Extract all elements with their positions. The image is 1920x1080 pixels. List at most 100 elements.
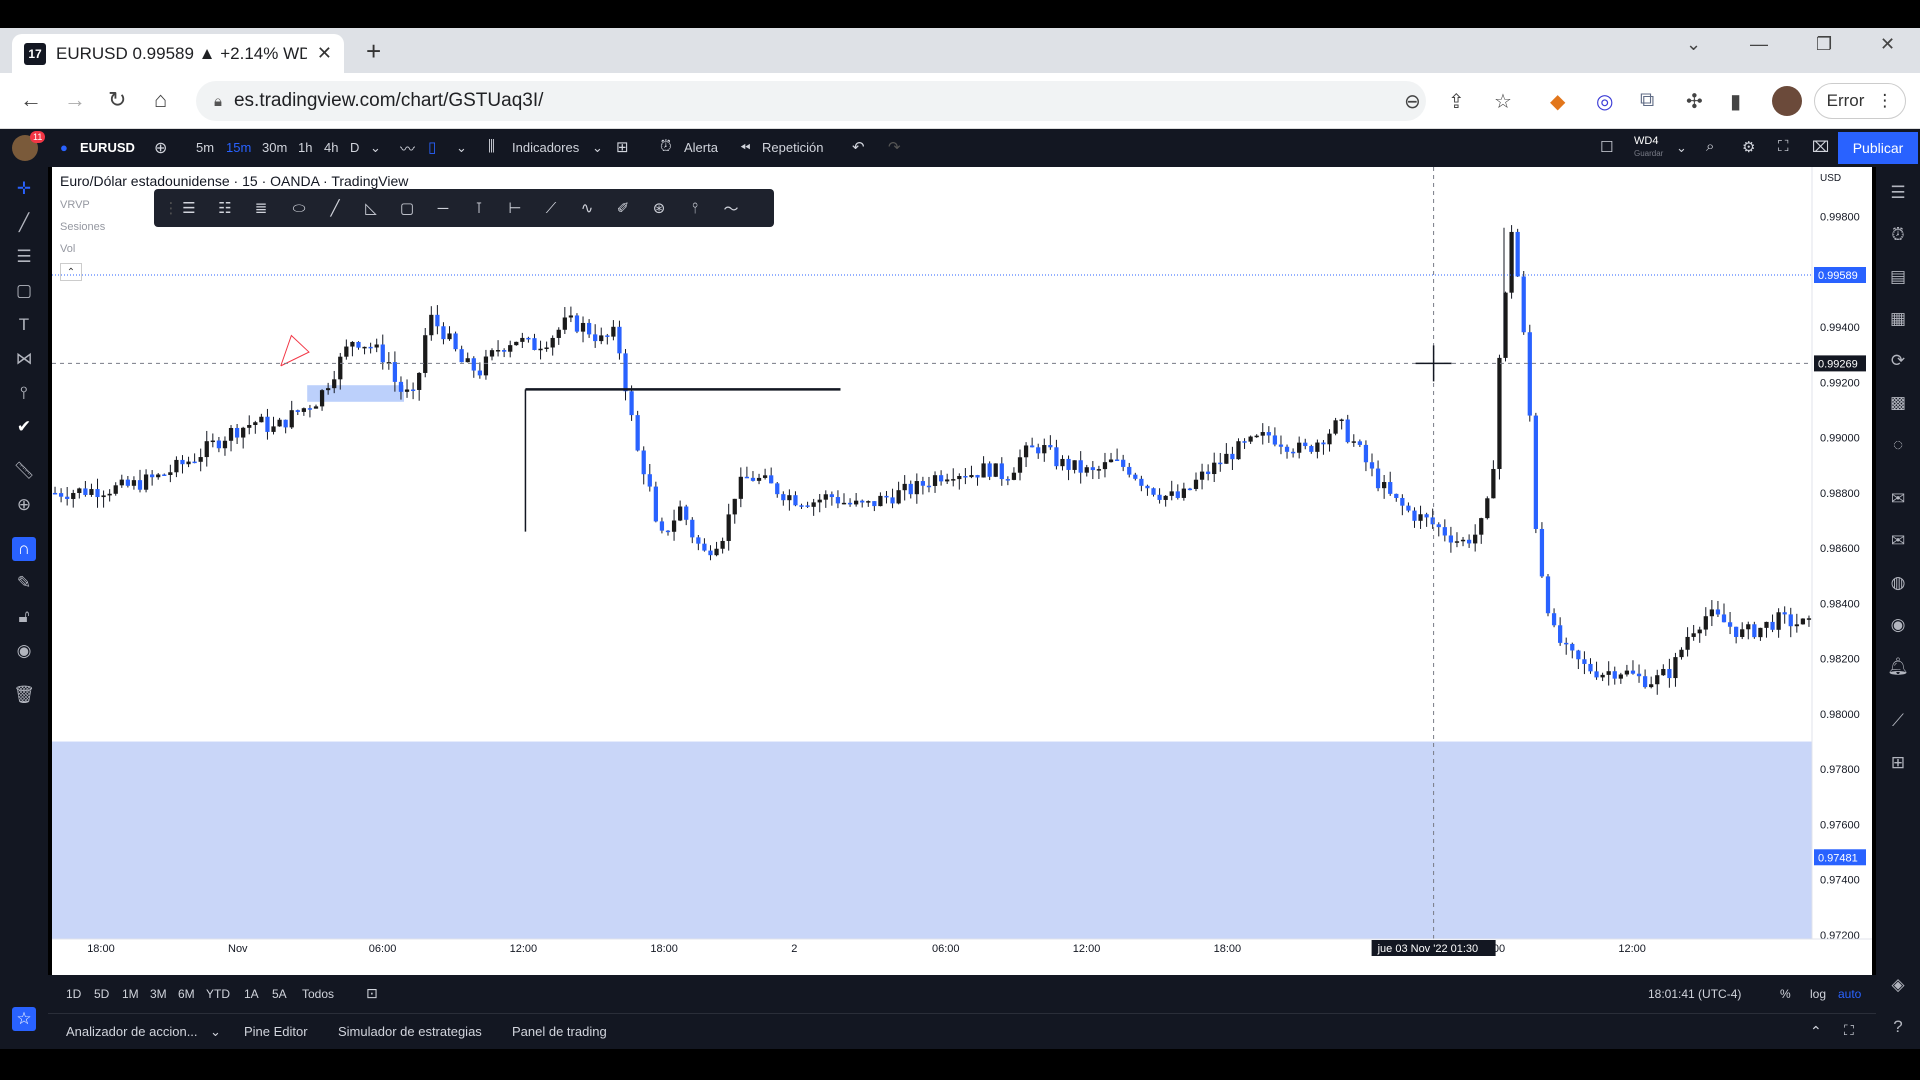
long-position-icon[interactable]: ⫯ bbox=[684, 198, 706, 218]
range-ytd[interactable]: YTD bbox=[206, 987, 230, 1001]
rectangle-icon[interactable]: ▢ bbox=[396, 198, 418, 218]
watchlist-icon[interactable]: ☰ bbox=[1886, 181, 1910, 205]
indicators-dropdown-icon[interactable]: ⌄ bbox=[592, 140, 603, 156]
extensions-puzzle-icon[interactable]: ✣ bbox=[1686, 89, 1703, 114]
layout-dropdown-icon[interactable]: ⌄ bbox=[1676, 140, 1687, 156]
back-icon[interactable]: ← bbox=[20, 87, 42, 113]
triangle-icon[interactable]: ◺ bbox=[360, 198, 382, 218]
hide-drawings-eye-icon[interactable]: ◉ bbox=[12, 639, 36, 663]
fib-tool-icon[interactable]: ☰ bbox=[12, 245, 36, 269]
bookmark-star-icon[interactable]: ☆ bbox=[1494, 89, 1512, 114]
close-tab-icon[interactable]: ✕ bbox=[317, 43, 332, 64]
indicators-button[interactable]: Indicadores bbox=[512, 140, 579, 155]
interval-30m[interactable]: 30m bbox=[262, 140, 287, 155]
range-5a[interactable]: 5A bbox=[272, 987, 287, 1001]
date-range-icon[interactable]: ⊢ bbox=[504, 198, 526, 218]
public-chats-icon[interactable]: ✉ bbox=[1886, 529, 1910, 553]
undo-icon[interactable]: ↶ bbox=[852, 138, 865, 156]
interval-15m[interactable]: 15m bbox=[226, 140, 251, 155]
range-1a[interactable]: 1A bbox=[244, 987, 259, 1001]
tab-trading-panel[interactable]: Panel de trading bbox=[512, 1024, 607, 1039]
horizontal-line-icon[interactable]: ─ bbox=[432, 198, 454, 218]
alert-button[interactable]: Alerta bbox=[684, 140, 718, 155]
metamask-extension-icon[interactable]: ◆ bbox=[1550, 89, 1565, 114]
ruler-icon[interactable]: 📏︎ bbox=[12, 459, 36, 483]
tab-stock-screener[interactable]: Analizador de accion... bbox=[66, 1024, 198, 1039]
fib-retracement-icon[interactable]: ☰ bbox=[178, 198, 200, 218]
compare-symbol-icon[interactable]: ⊕ bbox=[154, 138, 167, 158]
range-6m[interactable]: 6M bbox=[178, 987, 195, 1001]
calendar-icon[interactable]: ▩ bbox=[1886, 391, 1910, 415]
layout-select-icon[interactable]: ☐ bbox=[1600, 138, 1613, 156]
notifications-bell-icon[interactable]: 🔔︎ bbox=[1886, 655, 1910, 679]
news-icon[interactable]: ▤ bbox=[1886, 265, 1910, 289]
range-1m[interactable]: 1M bbox=[122, 987, 139, 1001]
extension-circle-icon[interactable]: ◎ bbox=[1596, 89, 1613, 114]
trash-icon[interactable]: 🗑︎ bbox=[12, 683, 36, 707]
templates-grid-icon[interactable]: ⊞ bbox=[616, 138, 629, 156]
share-icon[interactable]: ⇪ bbox=[1448, 89, 1465, 114]
expand-panel-chevron-up-icon[interactable]: ⌃ bbox=[1810, 1023, 1822, 1040]
interval-1h[interactable]: 1h bbox=[298, 140, 312, 155]
home-icon[interactable]: ⌂ bbox=[154, 87, 167, 113]
reload-icon[interactable]: ↻ bbox=[108, 87, 126, 113]
tab-strategy-tester[interactable]: Simulador de estrategias bbox=[338, 1024, 482, 1039]
fullscreen-icon[interactable]: ⛶ bbox=[1778, 138, 1789, 155]
side-panel-icon[interactable]: ▮ bbox=[1730, 89, 1741, 114]
fib-channel-icon[interactable]: ☷ bbox=[214, 198, 236, 218]
minimize-icon[interactable]: — bbox=[1750, 34, 1768, 55]
code-extension-icon[interactable]: ⧉ bbox=[1640, 89, 1654, 112]
layout-save-label[interactable]: Guardar bbox=[1634, 149, 1663, 158]
go-to-date-icon[interactable]: ⊡ bbox=[366, 985, 378, 1002]
highlighter-icon[interactable]: ✐ bbox=[612, 198, 634, 218]
maximize-panel-icon[interactable]: ⛶ bbox=[1844, 1022, 1854, 1039]
icon-picker-icon[interactable]: ⊛ bbox=[648, 198, 670, 218]
publish-button[interactable]: Publicar bbox=[1838, 132, 1918, 164]
layout-name[interactable]: WD4 bbox=[1634, 135, 1658, 147]
tab-pine-editor[interactable]: Pine Editor bbox=[244, 1024, 308, 1039]
url-field[interactable]: 🔒︎ es.tradingview.com/chart/GSTUaq3I/ bbox=[196, 81, 1426, 121]
study-sessions[interactable]: Sesiones bbox=[60, 221, 105, 233]
chart-type-dropdown-icon[interactable]: ⌄ bbox=[456, 140, 467, 156]
redo-icon[interactable]: ↷ bbox=[888, 138, 901, 156]
snapshot-camera-icon[interactable]: ⌧ bbox=[1812, 138, 1829, 156]
replay-button[interactable]: Repetición bbox=[762, 140, 823, 155]
brush-icon[interactable]: ⟋ bbox=[540, 198, 562, 218]
interval-4h[interactable]: 4h bbox=[324, 140, 338, 155]
hotlists-icon[interactable]: ⟳ bbox=[1886, 349, 1910, 373]
interval-5m[interactable]: 5m bbox=[196, 140, 214, 155]
forward-icon[interactable]: → bbox=[64, 87, 86, 113]
browser-tab[interactable]: 17 EURUSD 0.99589 ▲ +2.14% WD4 ✕ bbox=[12, 34, 344, 73]
screener-dropdown-icon[interactable]: ⌄ bbox=[210, 1024, 221, 1040]
ellipse-icon[interactable]: ⬭ bbox=[288, 198, 310, 218]
line-icon[interactable]: ╱ bbox=[324, 198, 346, 218]
auto-scale-toggle[interactable]: auto bbox=[1838, 987, 1861, 1001]
favorites-star-icon[interactable]: ☆ bbox=[12, 1007, 36, 1031]
percent-scale-toggle[interactable]: % bbox=[1780, 987, 1791, 1001]
profile-avatar[interactable] bbox=[1772, 86, 1802, 116]
streams-icon[interactable]: ◍ bbox=[1886, 571, 1910, 595]
ideas-bulb-icon[interactable]: ◌ bbox=[1886, 433, 1910, 457]
shapes-tool-icon[interactable]: ▢ bbox=[12, 279, 36, 303]
interval-d[interactable]: D bbox=[350, 140, 359, 155]
new-tab-icon[interactable]: + bbox=[366, 36, 381, 67]
checkmark-icon[interactable]: ✔ bbox=[12, 415, 36, 439]
error-button[interactable]: Error ⋮ bbox=[1814, 83, 1906, 119]
broadcast-icon[interactable]: ◉ bbox=[1886, 613, 1910, 637]
prediction-tool-icon[interactable]: ⫯ bbox=[12, 381, 36, 405]
pattern-tool-icon[interactable]: ⋈ bbox=[12, 347, 36, 371]
order-panel-icon[interactable]: ⊞ bbox=[1886, 751, 1910, 775]
chats-icon[interactable]: ✉ bbox=[1886, 487, 1910, 511]
study-vrvp[interactable]: VRVP bbox=[60, 199, 90, 211]
clock-text[interactable]: 18:01:41 (UTC-4) bbox=[1648, 987, 1741, 1001]
settings-gear-icon[interactable]: ⚙ bbox=[1742, 138, 1755, 156]
candles-chart-type-icon[interactable]: ▯ bbox=[428, 138, 436, 156]
stay-drawing-icon[interactable]: ✎ bbox=[12, 571, 36, 595]
range-1d[interactable]: 1D bbox=[66, 987, 81, 1001]
crosshair-tool-icon[interactable]: ✛ bbox=[12, 177, 36, 201]
range-all[interactable]: Todos bbox=[302, 987, 334, 1001]
lock-drawings-icon[interactable]: 🔓︎ bbox=[12, 605, 36, 629]
zoom-in-icon[interactable]: ⊕ bbox=[12, 493, 36, 517]
symbol-search[interactable]: EURUSD bbox=[80, 140, 135, 155]
magnet-icon[interactable]: ∩ bbox=[12, 537, 36, 561]
